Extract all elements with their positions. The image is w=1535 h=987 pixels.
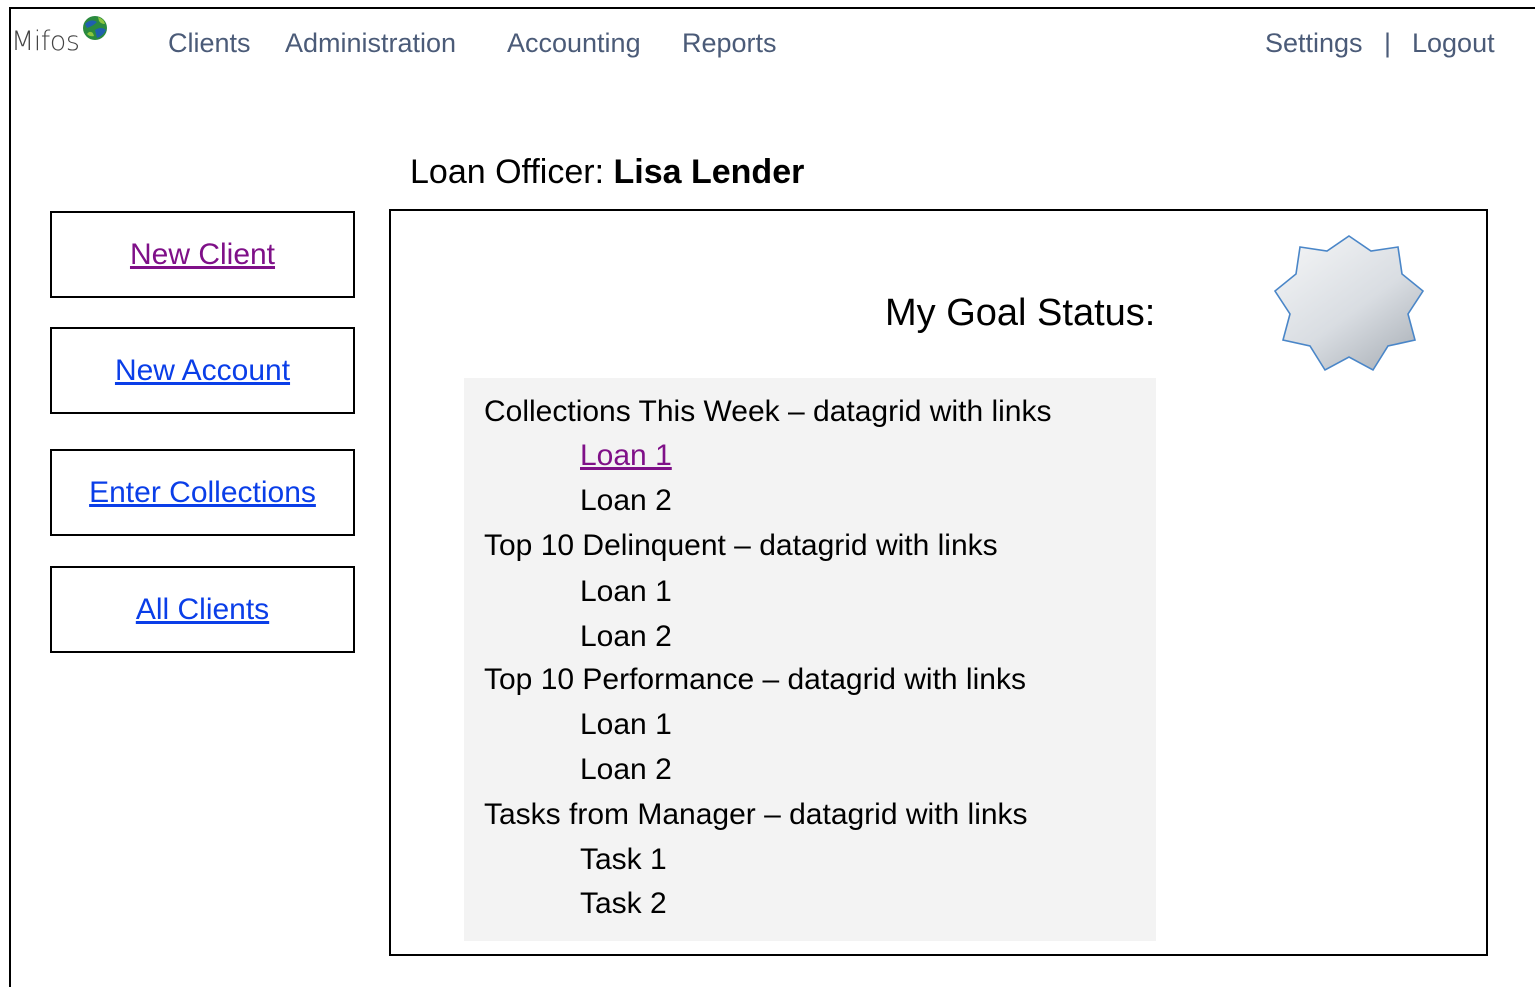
- new-account-button[interactable]: New Account: [50, 327, 355, 414]
- list-item: Loan 1: [580, 708, 672, 741]
- loan-officer-label: Loan Officer:: [410, 153, 614, 191]
- section-heading-collections: Collections This Week – datagrid with li…: [484, 395, 1052, 428]
- list-item: Loan 2: [580, 484, 672, 517]
- new-client-button[interactable]: New Client: [50, 211, 355, 298]
- loan-officer-heading: Loan Officer: Lisa Lender: [410, 152, 804, 192]
- logo-text: Mifos: [11, 26, 80, 57]
- datagrid-list: Collections This Week – datagrid with li…: [464, 378, 1156, 941]
- section-heading-tasks: Tasks from Manager – datagrid with links: [484, 798, 1028, 831]
- nav-administration[interactable]: Administration: [285, 26, 456, 60]
- list-item: Task 1: [580, 843, 667, 876]
- star-badge-icon: [1273, 235, 1425, 372]
- section-heading-performance: Top 10 Performance – datagrid with links: [484, 663, 1026, 696]
- all-clients-button[interactable]: All Clients: [50, 566, 355, 653]
- mifos-logo[interactable]: Mifos: [11, 14, 109, 57]
- enter-collections-button[interactable]: Enter Collections: [50, 449, 355, 536]
- list-item: Task 2: [580, 887, 667, 920]
- list-item: Loan 2: [580, 753, 672, 786]
- nav-clients[interactable]: Clients: [168, 26, 251, 60]
- nav-separator: |: [1384, 28, 1392, 58]
- nav-logout[interactable]: Logout: [1412, 26, 1495, 60]
- dashboard-panel: My Goal Status: Collections This Week – …: [389, 209, 1488, 956]
- nav-settings[interactable]: Settings: [1265, 26, 1363, 60]
- list-item-link[interactable]: Loan 1: [580, 438, 672, 474]
- goal-status-title: My Goal Status:: [885, 292, 1156, 334]
- section-heading-delinquent: Top 10 Delinquent – datagrid with links: [484, 529, 998, 562]
- list-item: Loan 1: [580, 575, 672, 608]
- loan-officer-name: Lisa Lender: [613, 153, 805, 191]
- nav-accounting[interactable]: Accounting: [507, 26, 641, 60]
- list-item: Loan 2: [580, 620, 672, 653]
- nav-reports[interactable]: Reports: [682, 26, 777, 60]
- globe-icon: [83, 16, 108, 40]
